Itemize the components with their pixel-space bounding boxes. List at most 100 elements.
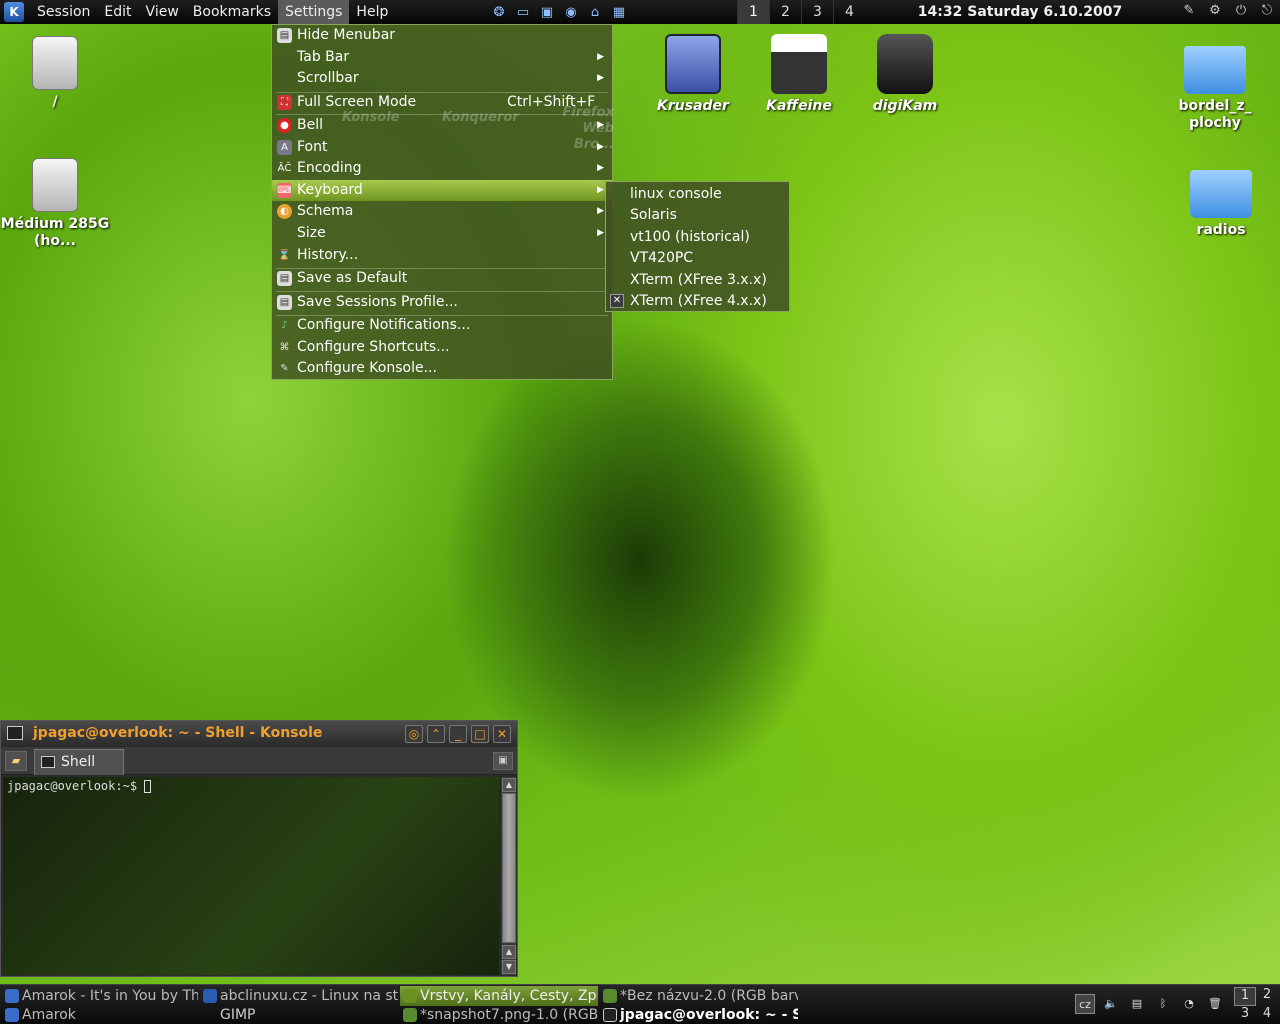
pager-desktop-4[interactable]: 4 — [833, 0, 865, 24]
scroll-up-button-lower[interactable]: ▲ — [502, 945, 516, 959]
menu-item-scrollbar[interactable]: Scrollbar ▶ — [272, 68, 612, 89]
close-tab-button[interactable]: ▣ — [493, 752, 513, 770]
notification-icon: ♪ — [281, 320, 288, 331]
window-maximize-button[interactable]: □ — [471, 725, 489, 743]
task-konsole[interactable]: jpagac@overlook: ~ - Sh... — [600, 1005, 798, 1024]
scroll-down-button[interactable]: ▼ — [502, 960, 516, 974]
kde-menu-button[interactable]: K — [4, 2, 24, 22]
task-gimp[interactable]: GIMP — [200, 1005, 398, 1024]
menu-item-configure-notifications[interactable]: ♪ Configure Notifications... — [272, 315, 612, 336]
schema-icon: ◐ — [277, 204, 292, 219]
menu-item-size[interactable]: Size ▶ — [272, 223, 612, 244]
mini-pager-desktop-2[interactable]: 2 — [1256, 987, 1278, 1006]
tab-shell[interactable]: Shell — [34, 749, 124, 775]
desktop-pager: 1 2 3 4 — [737, 0, 865, 24]
menu-item-font[interactable]: A Font ▶ — [272, 137, 612, 158]
menu-item-history[interactable]: ⌛ History... — [272, 245, 612, 266]
task-amarok[interactable]: Amarok — [2, 1005, 198, 1024]
bicycle-icon[interactable]: ⚙ — [1206, 3, 1224, 21]
window-sticky-button[interactable]: ◎ — [405, 725, 423, 743]
menu-edit[interactable]: Edit — [97, 0, 138, 24]
menu-item-encoding[interactable]: ĀČ Encoding ▶ — [272, 158, 612, 179]
configure-icon: ✎ — [280, 363, 289, 374]
window-close-button[interactable]: ✕ — [493, 725, 511, 743]
task-gimp-layers[interactable]: Vrstvy, Kanály, Cesty, Zp... — [400, 986, 598, 1006]
keyboard-submenu: linux console Solaris vt100 (historical)… — [605, 181, 790, 312]
konsole-app-icon[interactable] — [7, 726, 23, 740]
quick-launch: ❂ ▭ ▣ ◉ ⌂ ▦ — [490, 3, 628, 21]
power-icon[interactable]: ⏻ — [1232, 3, 1250, 21]
menu-settings[interactable]: Settings — [278, 0, 350, 24]
menu-item-full-screen-mode[interactable]: ⛶ Full Screen Mode Ctrl+Shift+F — [272, 92, 612, 113]
menu-item-save-sessions-profile[interactable]: ▤ Save Sessions Profile... — [272, 292, 612, 313]
menu-view[interactable]: View — [139, 0, 186, 24]
scrollbar-thumb[interactable] — [502, 793, 516, 943]
network-icon[interactable]: ◔ — [1179, 994, 1199, 1014]
desktop-icon-medium-drive[interactable]: Médium 285G (ho... — [0, 158, 110, 250]
calendar-icon[interactable]: ▦ — [610, 3, 628, 21]
window-minimize-button[interactable]: _ — [449, 725, 467, 743]
keyboard-layout-indicator[interactable]: cz — [1075, 994, 1095, 1014]
scroll-up-button[interactable]: ▲ — [502, 778, 516, 792]
pager-desktop-1[interactable]: 1 — [737, 0, 769, 24]
menu-item-save-as-default[interactable]: ▤ Save as Default — [272, 268, 612, 289]
window-titlebar[interactable]: jpagac@overlook: ~ - Shell - Konsole ◎ ⌃… — [1, 721, 517, 747]
menu-item-tab-bar[interactable]: Tab Bar ▶ — [272, 47, 612, 68]
menu-item-hide-menubar[interactable]: ▤ Hide Menubar — [272, 25, 612, 46]
browser-icon[interactable]: ◉ — [562, 3, 580, 21]
task-amarok-song[interactable]: Amarok - It's in You by The ... — [2, 986, 198, 1006]
desktop-icon-radios-folder[interactable]: radios — [1166, 160, 1276, 239]
mini-pager-desktop-1[interactable]: 1 — [1234, 987, 1256, 1006]
task-snapshot[interactable]: *snapshot7.png-1.0 (RGB — [400, 1005, 598, 1024]
menu-item-bell[interactable]: ● Bell ▶ — [272, 115, 612, 136]
submenu-arrow-icon: ▶ — [597, 163, 604, 173]
home-icon[interactable]: ⌂ — [586, 3, 604, 21]
mini-pager-desktop-4[interactable]: 4 — [1256, 1006, 1278, 1023]
font-icon: A — [277, 140, 292, 155]
desktop-icon-bordel-folder[interactable]: bordel_z_ plochy — [1160, 36, 1270, 132]
keyboard-option-solaris[interactable]: Solaris — [606, 205, 789, 226]
trash-icon[interactable]: 🗑 — [1205, 994, 1225, 1014]
menu-item-configure-shortcuts[interactable]: ⌘ Configure Shortcuts... — [272, 337, 612, 358]
desktop-icon-root-drive[interactable]: / — [0, 36, 110, 111]
tab-label: Shell — [61, 754, 96, 770]
keyboard-option-xterm-3[interactable]: XTerm (XFree 3.x.x) — [606, 270, 789, 291]
keyboard-option-vt420pc[interactable]: VT420PC — [606, 248, 789, 269]
keyboard-option-xterm-4[interactable]: ✕ XTerm (XFree 4.x.x) — [606, 291, 789, 312]
window-shade-button[interactable]: ⌃ — [427, 725, 445, 743]
desktop-icon-krusader[interactable]: Krusader — [638, 34, 748, 115]
menu-item-configure-konsole[interactable]: ✎ Configure Konsole... — [272, 358, 612, 379]
menu-bookmarks[interactable]: Bookmarks — [186, 0, 278, 24]
desktop-icon-digikam[interactable]: digiKam — [850, 34, 960, 115]
logout-icon[interactable]: ⎋ — [1258, 3, 1276, 21]
task-gimp-untitled[interactable]: *Bez názvu-2.0 (RGB barv... — [600, 986, 798, 1006]
desktop-icon[interactable]: ▭ — [514, 3, 532, 21]
terminal-area[interactable]: jpagac@overlook:~$ — [3, 777, 499, 975]
bluetooth-icon[interactable]: ᛒ — [1153, 994, 1173, 1014]
terminal-scrollbar[interactable]: ▲ ▲ ▼ — [500, 777, 516, 975]
new-tab-button[interactable]: ▰ — [5, 751, 27, 771]
pager-desktop-3[interactable]: 3 — [801, 0, 833, 24]
task-abclinuxu[interactable]: abclinuxu.cz - Linux na st... — [200, 986, 398, 1006]
volume-icon[interactable]: 🔈 — [1101, 994, 1121, 1014]
amarok-icon — [5, 1008, 19, 1022]
mini-pager-desktop-3[interactable]: 3 — [1234, 1006, 1256, 1023]
pager-desktop-2[interactable]: 2 — [769, 0, 801, 24]
submenu-arrow-icon: ▶ — [597, 228, 604, 238]
clipboard-icon[interactable]: ▤ — [1127, 994, 1147, 1014]
network-icon[interactable]: ❂ — [490, 3, 508, 21]
menu-session[interactable]: Session — [30, 0, 97, 24]
clock[interactable]: 14:32 Saturday 6.10.2007 — [905, 0, 1135, 24]
keyboard-option-vt100[interactable]: vt100 (historical) — [606, 227, 789, 248]
desktop-icon-label: Krusader — [657, 98, 729, 114]
desktop-icon-kaffeine[interactable]: Kaffeine — [744, 34, 854, 115]
menu-help[interactable]: Help — [349, 0, 395, 24]
menu-item-schema[interactable]: ◐ Schema ▶ — [272, 201, 612, 222]
folder-icon — [1184, 46, 1246, 94]
terminal-icon[interactable]: ▣ — [538, 3, 556, 21]
klipper-icon[interactable]: ✎ — [1180, 3, 1198, 21]
menu-item-keyboard[interactable]: ⌨ Keyboard ▶ — [272, 180, 612, 201]
desktop-icon-label: Médium 285G (ho... — [0, 216, 110, 249]
save-icon: ▤ — [277, 295, 292, 310]
keyboard-option-linux-console[interactable]: linux console — [606, 184, 789, 205]
